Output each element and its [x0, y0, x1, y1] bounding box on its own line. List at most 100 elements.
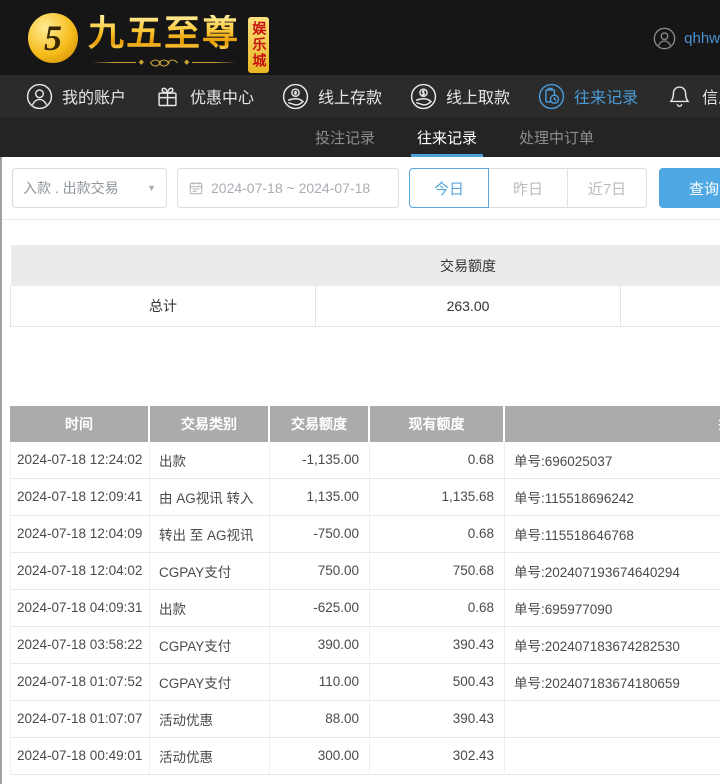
- cell-summary: 单号:696025037: [505, 442, 720, 479]
- transactions-table: 时间 交易类别 交易额度 现有额度 摘要 2024-07-18 12:24:02…: [10, 406, 720, 775]
- yesterday-button[interactable]: 昨日: [489, 168, 567, 208]
- spacer: [0, 327, 720, 406]
- date-range-input[interactable]: 2024-07-18 ~ 2024-07-18: [177, 168, 399, 208]
- table-row: 2024-07-18 04:09:31 出款 -625.00 0.68 单号:6…: [10, 590, 720, 627]
- main-nav: 我的账户 优惠中心 线上存款 线上取款: [0, 75, 720, 117]
- cell-balance: 1,135.68: [370, 479, 505, 516]
- chevron-down-icon: ▼: [147, 183, 156, 193]
- col-amount: 交易额度: [270, 406, 370, 442]
- nav-item-messages[interactable]: 信息: [666, 83, 720, 110]
- cell-amount: 750.00: [270, 553, 370, 590]
- cell-summary: 单号:202407183674180659: [505, 664, 720, 701]
- table-row: 2024-07-18 01:07:52 CGPAY支付 110.00 500.4…: [10, 664, 720, 701]
- col-summary: 摘要: [505, 406, 720, 442]
- nav-item-deposit[interactable]: 线上存款: [282, 83, 382, 110]
- top-header: 5 九五至尊 ◆ ◆ 娱乐城 qhhw: [0, 0, 720, 75]
- table-row: 2024-07-18 00:49:01 活动优惠 300.00 302.43: [10, 738, 720, 775]
- record-tabs: 投注记录 往来记录 处理中订单: [0, 117, 720, 157]
- cell-balance: 0.68: [370, 442, 505, 479]
- nav-item-withdraw[interactable]: 线上取款: [410, 83, 510, 110]
- username-text: qhhw: [684, 30, 720, 47]
- summary-total-label: 总计: [11, 286, 316, 326]
- nav-item-promotions[interactable]: 优惠中心: [154, 83, 254, 110]
- tab-transaction-records[interactable]: 往来记录: [411, 117, 483, 157]
- cell-time: 2024-07-18 01:07:07: [10, 701, 150, 738]
- cell-type: 活动优惠: [150, 738, 270, 775]
- cell-balance: 302.43: [370, 738, 505, 775]
- calendar-icon: [188, 180, 204, 196]
- today-button[interactable]: 今日: [409, 168, 489, 208]
- user-avatar-icon: [653, 27, 676, 50]
- nav-label: 线上取款: [446, 84, 510, 108]
- summary-header-empty: [621, 245, 720, 286]
- cell-balance: 750.68: [370, 553, 505, 590]
- cell-amount: 110.00: [270, 664, 370, 701]
- cell-type: 由 AG视讯 转入: [150, 479, 270, 516]
- cell-amount: -750.00: [270, 516, 370, 553]
- cell-type: 转出 至 AG视讯: [150, 516, 270, 553]
- cell-amount: 1,135.00: [270, 479, 370, 516]
- cell-time: 2024-07-18 12:04:02: [10, 553, 150, 590]
- cell-balance: 390.43: [370, 627, 505, 664]
- summary-total-row: 总计 263.00: [11, 286, 720, 326]
- account-icon: [26, 83, 53, 110]
- table-row: 2024-07-18 12:24:02 出款 -1,135.00 0.68 单号…: [10, 442, 720, 479]
- table-row: 2024-07-18 01:07:07 活动优惠 88.00 390.43: [10, 701, 720, 738]
- summary-total-value: 263.00: [316, 286, 621, 326]
- cell-balance: 0.68: [370, 516, 505, 553]
- table-row: 2024-07-18 03:58:22 CGPAY支付 390.00 390.4…: [10, 627, 720, 664]
- date-range-value: 2024-07-18 ~ 2024-07-18: [211, 180, 370, 196]
- cell-amount: 390.00: [270, 627, 370, 664]
- tab-pending-orders[interactable]: 处理中订单: [513, 117, 600, 157]
- cell-balance: 0.68: [370, 590, 505, 627]
- col-type: 交易类别: [150, 406, 270, 442]
- cell-time: 2024-07-18 01:07:52: [10, 664, 150, 701]
- site-title: 九五至尊: [88, 15, 240, 51]
- filter-bar: 入款 . 出款交易 ▼ 2024-07-18 ~ 2024-07-18 今日 昨…: [0, 157, 720, 220]
- cell-time: 2024-07-18 12:04:09: [10, 516, 150, 553]
- nav-item-transactions[interactable]: 往来记录: [538, 83, 638, 110]
- cell-summary: [505, 738, 720, 775]
- logo-mark-icon: 5: [28, 13, 78, 63]
- cell-summary: [505, 701, 720, 738]
- nav-item-my-account[interactable]: 我的账户: [26, 83, 126, 110]
- table-row: 2024-07-18 12:09:41 由 AG视讯 转入 1,135.00 1…: [10, 479, 720, 516]
- col-balance: 现有额度: [370, 406, 505, 442]
- cell-type: 出款: [150, 590, 270, 627]
- cell-amount: 300.00: [270, 738, 370, 775]
- deposit-icon: [282, 83, 309, 110]
- cell-type: 活动优惠: [150, 701, 270, 738]
- user-account[interactable]: qhhw: [653, 27, 720, 50]
- cell-summary: 单号:202407183674282530: [505, 627, 720, 664]
- summary-empty-cell: [621, 286, 720, 326]
- logo-badge: 娱乐城: [248, 17, 269, 73]
- cell-type: CGPAY支付: [150, 664, 270, 701]
- query-button[interactable]: 查询: [659, 168, 720, 208]
- gift-icon: [154, 83, 181, 110]
- table-row: 2024-07-18 12:04:02 CGPAY支付 750.00 750.6…: [10, 553, 720, 590]
- tab-betting-records[interactable]: 投注记录: [309, 117, 381, 157]
- cell-time: 2024-07-18 03:58:22: [10, 627, 150, 664]
- cell-time: 2024-07-18 04:09:31: [10, 590, 150, 627]
- records-icon: [538, 83, 565, 110]
- bell-icon: [666, 83, 693, 110]
- cell-summary: 单号:115518696242: [505, 479, 720, 516]
- site-logo[interactable]: 5 九五至尊 ◆ ◆ 娱乐城: [28, 3, 300, 73]
- nav-label: 信息: [702, 84, 720, 108]
- logo-flourish-icon: ◆ ◆: [88, 57, 240, 69]
- summary-header-empty: [11, 245, 316, 286]
- nav-label: 线上存款: [318, 84, 382, 108]
- cell-balance: 390.43: [370, 701, 505, 738]
- cell-time: 2024-07-18 00:49:01: [10, 738, 150, 775]
- page-edge-line: [0, 157, 2, 784]
- withdraw-icon: [410, 83, 437, 110]
- cell-time: 2024-07-18 12:09:41: [10, 479, 150, 516]
- cell-summary: 单号:202407193674640294: [505, 553, 720, 590]
- table-header-row: 时间 交易类别 交易额度 现有额度 摘要: [10, 406, 720, 442]
- last-7-days-button[interactable]: 近7日: [567, 168, 647, 208]
- transaction-type-select[interactable]: 入款 . 出款交易 ▼: [12, 168, 167, 208]
- cell-balance: 500.43: [370, 664, 505, 701]
- cell-summary: 单号:115518646768: [505, 516, 720, 553]
- summary-table: 交易额度 总计 263.00: [10, 245, 720, 327]
- cell-type: CGPAY支付: [150, 553, 270, 590]
